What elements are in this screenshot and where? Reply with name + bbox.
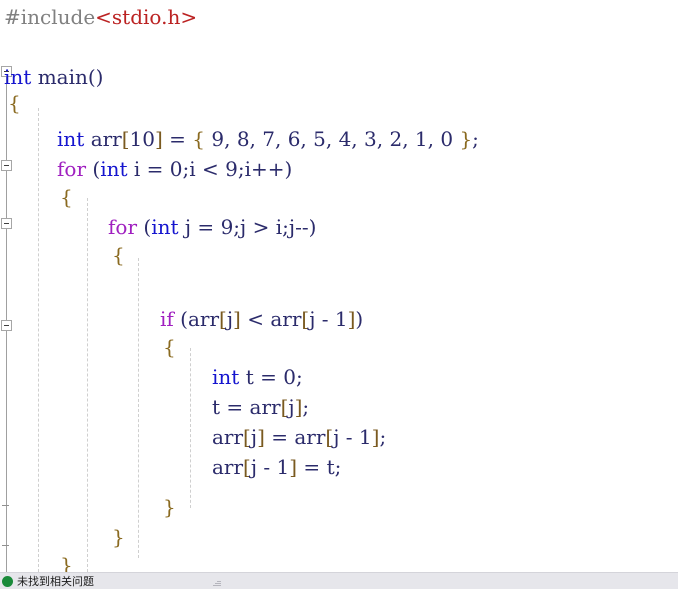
code-line[interactable]: { (0, 182, 73, 212)
code-token: arr (270, 307, 302, 331)
code-token: arr (90, 127, 122, 151)
resize-grip-icon[interactable] (212, 579, 221, 587)
code-token: { (192, 127, 206, 151)
code-token: { (60, 185, 73, 209)
status-message-item[interactable]: 未找到相关问题 (2, 574, 94, 589)
code-line[interactable]: #include<stdio.h> (0, 2, 197, 32)
code-token: ( (137, 215, 152, 239)
code-token: int (57, 127, 85, 151)
code-token: arr (294, 425, 326, 449)
code-token: j - 1 (309, 307, 348, 331)
code-editing-surface[interactable]: #include<stdio.h> int main(){int arr[10] … (0, 0, 678, 572)
status-bar: 未找到相关问题 (0, 572, 678, 589)
code-token: 9, 8, 7, 6, 5, 4, 3, 2, 1, 0 (205, 127, 460, 151)
code-token: int (100, 157, 128, 181)
code-token: = (220, 395, 250, 419)
code-editor-window: #include<stdio.h> int main(){int arr[10] … (0, 0, 678, 589)
code-token: ( (173, 307, 188, 331)
code-token: t (212, 395, 221, 419)
code-token: ; (302, 395, 310, 419)
success-circle-icon (2, 576, 13, 587)
code-token: <stdio.h> (95, 5, 198, 29)
code-token: ] (257, 425, 265, 449)
code-token: for (57, 157, 87, 181)
code-token: ; (334, 455, 342, 479)
code-token: { (112, 243, 125, 267)
code-token: < (240, 307, 271, 331)
code-token: = (253, 365, 284, 389)
code-token: int (212, 365, 240, 389)
code-line[interactable]: } (0, 522, 125, 552)
code-token: ; (282, 215, 289, 239)
code-token: 9 (225, 157, 238, 181)
code-token: () (87, 65, 104, 89)
code-line[interactable]: } (0, 492, 176, 522)
code-token: ; (295, 365, 303, 389)
code-token: = (297, 455, 327, 479)
code-token: #include (4, 5, 96, 29)
code-line[interactable]: for (int j = 9;j > i;j--) (0, 212, 316, 242)
code-line[interactable]: int arr[10] = { 9, 8, 7, 6, 5, 4, 3, 2, … (0, 124, 479, 154)
code-token: = (140, 157, 170, 181)
code-token: { (8, 91, 21, 115)
code-line[interactable]: int t = 0; (0, 362, 303, 392)
code-token: } (60, 553, 73, 572)
code-line[interactable]: arr[j - 1] = t; (0, 452, 341, 482)
code-token: arr (212, 455, 244, 479)
code-token: = (191, 215, 221, 239)
code-token: > (246, 215, 276, 239)
code-token: = (162, 127, 193, 151)
code-token: ; (472, 127, 479, 151)
code-token: 10 (129, 127, 155, 151)
code-token: [ (243, 425, 251, 449)
code-token: ) (355, 307, 364, 331)
code-line[interactable]: for (int i = 0;i < 9;i++) (0, 154, 292, 184)
code-token: int (4, 65, 32, 89)
code-token: i++) (244, 157, 293, 181)
code-token: arr (249, 395, 281, 419)
code-line[interactable]: t = arr[j]; (0, 392, 309, 422)
code-token: ( (86, 157, 101, 181)
code-token: { (163, 335, 176, 359)
status-message-label: 未找到相关问题 (17, 575, 94, 588)
code-token: } (163, 495, 176, 519)
code-line[interactable]: { (0, 240, 125, 270)
code-token: [ (243, 455, 251, 479)
code-token: int (151, 215, 179, 239)
code-token: 9 (220, 215, 234, 239)
code-token: j - 1 (333, 425, 372, 449)
code-token: main (37, 65, 88, 89)
code-line[interactable]: if (arr[j] < arr[j - 1]) (0, 304, 363, 334)
code-token: = (264, 425, 295, 449)
code-token: 0 (169, 157, 183, 181)
code-token: arr (212, 425, 244, 449)
code-token: } (459, 127, 473, 151)
code-token: 0 (283, 365, 296, 389)
code-line[interactable]: { (0, 88, 21, 118)
code-token: t (245, 365, 254, 389)
code-text-area[interactable]: #include<stdio.h> int main(){int arr[10] … (0, 0, 678, 572)
code-token: [ (219, 307, 227, 331)
code-token: j - 1 (250, 455, 290, 479)
code-token: ] (289, 455, 298, 479)
code-token: ; (379, 425, 387, 449)
code-token: } (112, 525, 125, 549)
code-token: ] (233, 307, 241, 331)
code-token: t (326, 455, 335, 479)
code-token: [ (121, 127, 130, 151)
code-line[interactable]: } (0, 550, 73, 572)
code-token: j--) (288, 215, 317, 239)
code-token: if (160, 307, 174, 331)
code-line[interactable]: arr[j] = arr[j - 1]; (0, 422, 386, 452)
code-token: for (108, 215, 138, 239)
code-token: ; (237, 157, 245, 181)
code-line[interactable]: { (0, 332, 176, 362)
code-token: < (195, 157, 226, 181)
code-token: arr (187, 307, 220, 331)
code-token: ] (155, 127, 163, 151)
